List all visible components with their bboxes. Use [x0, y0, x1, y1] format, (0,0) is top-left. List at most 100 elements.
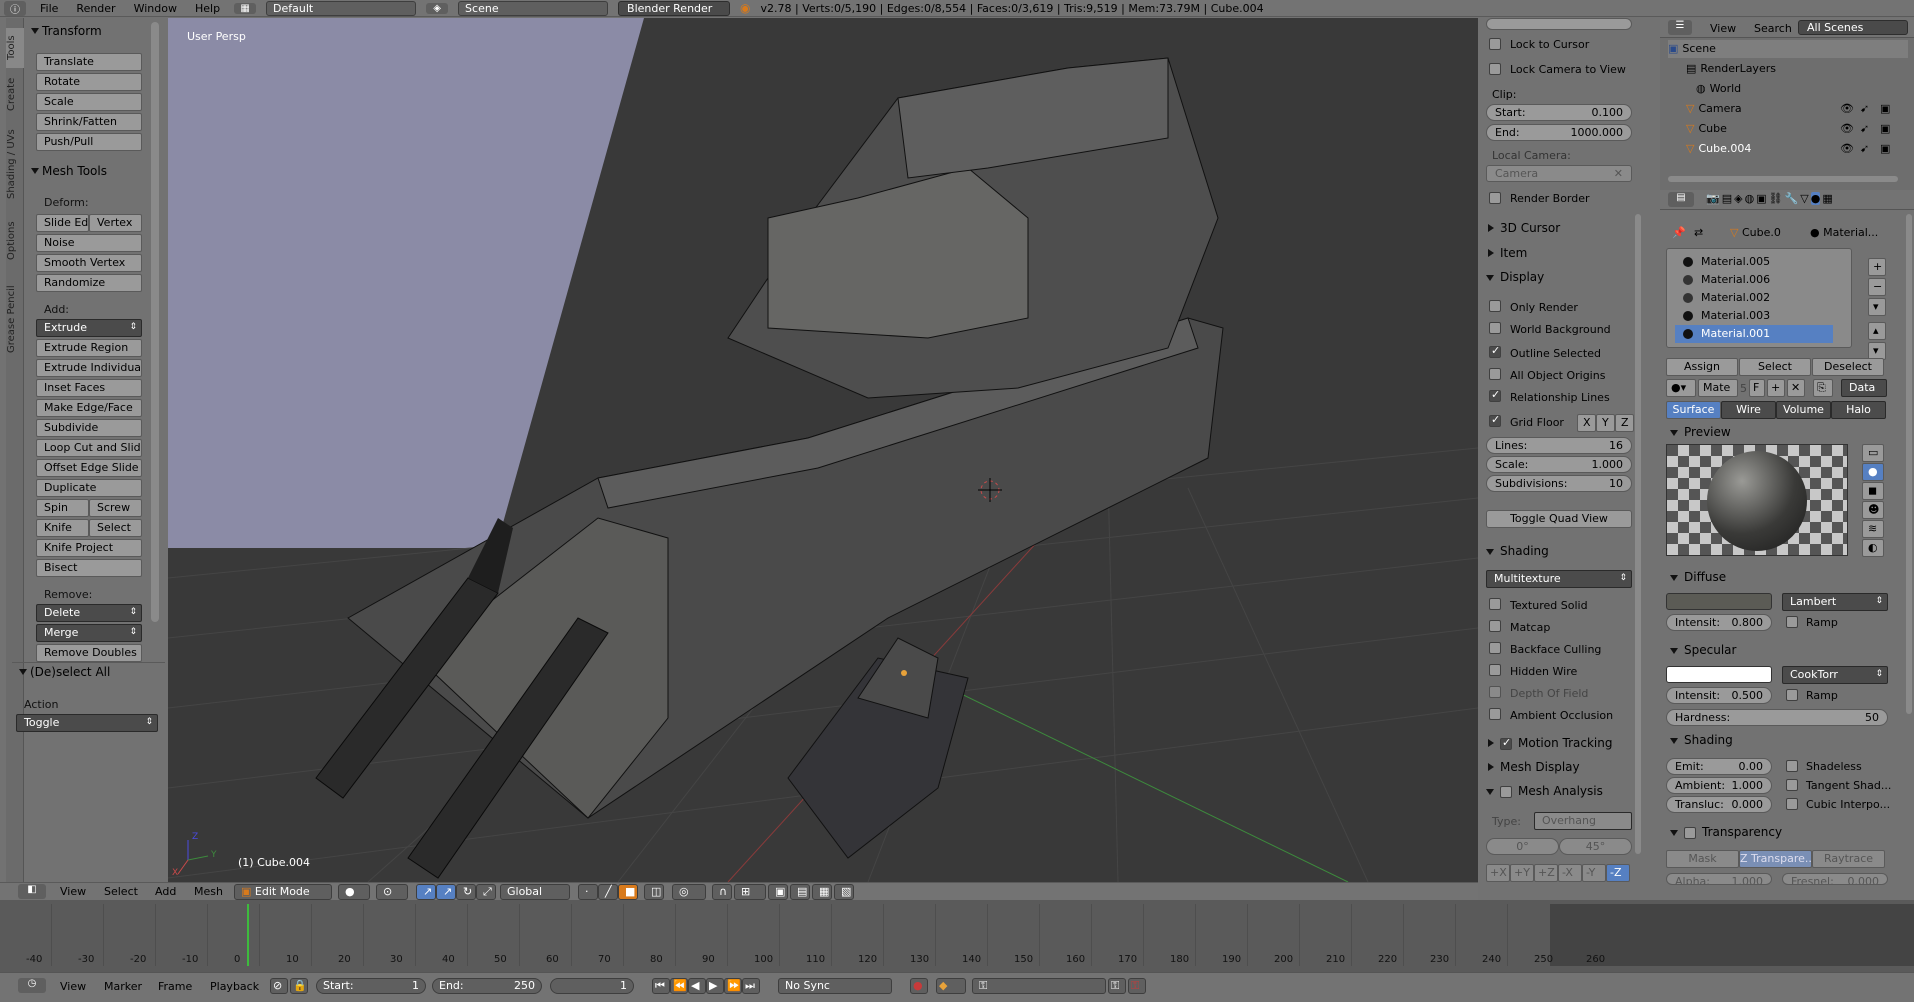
editor-type-icon[interactable]: ◧ [18, 884, 46, 899]
deselect-all-panel-header[interactable]: (De)select All [12, 662, 165, 682]
slot-menu-icon[interactable]: ▾ [1868, 298, 1886, 316]
diffuse-intensity-field[interactable]: Intensit: 0.800 [1666, 614, 1772, 631]
insert-keyframe-icon[interactable]: ⚿ [1108, 978, 1126, 994]
backface-culling-checkbox[interactable] [1489, 642, 1501, 654]
copy-icon[interactable]: ⎘ [1813, 379, 1833, 397]
relationship-lines-checkbox[interactable] [1489, 388, 1501, 402]
diffuse-shader-dropdown[interactable]: Lambert ⇕ [1782, 593, 1888, 611]
mesh-menu[interactable]: Mesh [194, 885, 223, 898]
material-name-field[interactable]: Mate [1698, 379, 1738, 397]
menu-render[interactable]: Render [72, 2, 119, 15]
render-camera-icon[interactable]: ▣ [1880, 142, 1890, 155]
deselect-button[interactable]: Deselect [1812, 358, 1884, 376]
viewport-canvas[interactable] [168, 18, 1478, 882]
mesh-display-panel-header[interactable]: Mesh Display [1484, 760, 1580, 774]
axis-pos-z-button[interactable]: +Z [1534, 864, 1558, 882]
preview-monkey-icon[interactable]: ☻ [1862, 501, 1884, 519]
tangent-shading-checkbox[interactable] [1786, 779, 1798, 791]
knife-project-button[interactable]: Knife Project [36, 539, 142, 557]
link-icon[interactable]: ⇄ [1694, 226, 1703, 239]
grid-axis-y-toggle[interactable]: Y [1596, 414, 1615, 432]
outliner-menu-view[interactable]: View [1710, 22, 1736, 35]
item-panel-header[interactable]: Item [1484, 246, 1527, 260]
translucency-field[interactable]: Transluc: 0.000 [1666, 796, 1772, 813]
edge-select-mode[interactable]: ╱ [598, 884, 618, 900]
mesh-analysis-checkbox[interactable] [1500, 785, 1512, 798]
jump-start-icon[interactable]: ⏮ [652, 978, 670, 994]
axis-pos-x-button[interactable]: +X [1486, 864, 1510, 882]
motion-tracking-panel-header[interactable]: Motion Tracking [1484, 736, 1612, 750]
remove-doubles-button[interactable]: Remove Doubles [36, 644, 142, 662]
toolshelf-scrollbar[interactable] [151, 22, 159, 622]
clip-start-field[interactable]: Start: 0.100 [1486, 104, 1632, 121]
shading-mode-dropdown[interactable]: Multitexture ⇕ [1486, 570, 1632, 588]
delete-dropdown[interactable]: Delete ⇕ [36, 604, 142, 622]
randomize-button[interactable]: Randomize [36, 274, 142, 292]
display-panel-header[interactable]: Display [1484, 270, 1544, 284]
mesh-tools-panel-header[interactable]: Mesh Tools [24, 162, 165, 182]
grid-axis-x-toggle[interactable]: X [1577, 414, 1596, 432]
outline-selected-checkbox[interactable] [1489, 344, 1501, 358]
limit-selection-toggle[interactable]: ◫ [644, 884, 664, 900]
lock-icon[interactable]: 🔒 [290, 978, 308, 994]
grid-floor-checkbox[interactable] [1489, 413, 1501, 427]
menu-file[interactable]: File [36, 2, 62, 15]
lock-camera-checkbox[interactable] [1489, 63, 1501, 75]
timeline-view-menu[interactable]: View [60, 980, 86, 993]
push-pull-button[interactable]: Push/Pull [36, 133, 142, 151]
scale-button[interactable]: Scale [36, 93, 142, 111]
fake-user-toggle[interactable]: F [1749, 379, 1765, 397]
outliner-item-cube[interactable]: ▽ Cube [1686, 120, 1727, 138]
timeline-marker-menu[interactable]: Marker [104, 980, 142, 993]
transparency-panel-header[interactable]: Transparency [1668, 825, 1782, 839]
material-browse-icon[interactable]: ●▾ [1666, 379, 1696, 397]
screen-layout-icon[interactable]: ▦ [234, 2, 257, 14]
add-menu[interactable]: Add [155, 885, 176, 898]
offset-edge-slide-button[interactable]: Offset Edge Slide [36, 459, 142, 477]
active-keying-set-field[interactable]: ⚿ [972, 978, 1106, 994]
tab-surface[interactable]: Surface [1666, 401, 1721, 419]
keying-set-icon[interactable]: ◆ [936, 978, 966, 994]
tab-tools[interactable]: Tools [6, 28, 24, 68]
texture-tab-icon[interactable]: ▦ [1822, 192, 1832, 205]
cubic-interpolation-checkbox[interactable] [1786, 798, 1798, 810]
layers-tab-icon[interactable]: ▤ [1722, 192, 1732, 205]
depth-of-field-checkbox[interactable] [1489, 686, 1501, 698]
breadcrumb-material[interactable]: ● Material... [1810, 226, 1878, 239]
transform-panel-header[interactable]: Transform [24, 22, 165, 42]
delete-keyframe-icon[interactable]: ⚿ [1128, 978, 1146, 994]
visibility-eye-icon[interactable]: 👁 [1840, 122, 1854, 135]
sync-mode-dropdown[interactable]: No Sync [778, 978, 892, 994]
motion-tracking-checkbox[interactable] [1500, 736, 1512, 750]
render-camera-icon[interactable]: ▣ [1880, 102, 1890, 115]
3d-cursor-panel-header[interactable]: 3D Cursor [1484, 221, 1560, 235]
merge-dropdown[interactable]: Merge ⇕ [36, 624, 142, 642]
proportional-editing-dropdown[interactable]: ◎ [672, 884, 706, 900]
knife-button[interactable]: Knife [36, 519, 89, 537]
side-panel-scrollbar[interactable] [1635, 214, 1641, 854]
outliner-editor-icon[interactable]: ☰ [1668, 20, 1692, 35]
fresnel-field[interactable]: Fresnel: 0.000 [1782, 873, 1888, 885]
face-select-mode[interactable]: ■ [618, 884, 638, 900]
axis-neg-z-button[interactable]: -Z [1606, 864, 1630, 882]
menu-window[interactable]: Window [130, 2, 181, 15]
snap-element-dropdown[interactable]: ⊞ [734, 884, 766, 900]
world-tab-icon[interactable]: ◍ [1745, 192, 1755, 205]
render-engine-select[interactable]: Blender Render [618, 0, 731, 16]
matcap-checkbox[interactable] [1489, 620, 1501, 632]
properties-editor-icon[interactable]: ▤ [1668, 192, 1694, 207]
specular-ramp-checkbox[interactable] [1786, 689, 1798, 701]
select-arrow-icon[interactable]: ➹ [1860, 122, 1869, 135]
unlink-material-icon[interactable]: ✕ [1787, 379, 1805, 397]
scene-field[interactable]: Scene [458, 0, 609, 16]
grid-subdivisions-field[interactable]: Subdivisions: 10 [1486, 475, 1632, 492]
record-icon[interactable]: ● [910, 978, 928, 994]
tab-wire[interactable]: Wire [1721, 401, 1776, 419]
axis-neg-x-button[interactable]: -X [1558, 864, 1582, 882]
outliner-item-cube004[interactable]: ▽ Cube.004 [1686, 140, 1751, 158]
diffuse-color-swatch[interactable] [1666, 593, 1772, 610]
3d-viewport[interactable]: User Persp Z Y X (1) Cube.004 [168, 18, 1478, 882]
viewport-shading-dropdown[interactable]: ● [338, 884, 370, 900]
outliner-scrollbar[interactable] [1668, 176, 1898, 182]
layout-field[interactable]: Default [266, 0, 417, 16]
